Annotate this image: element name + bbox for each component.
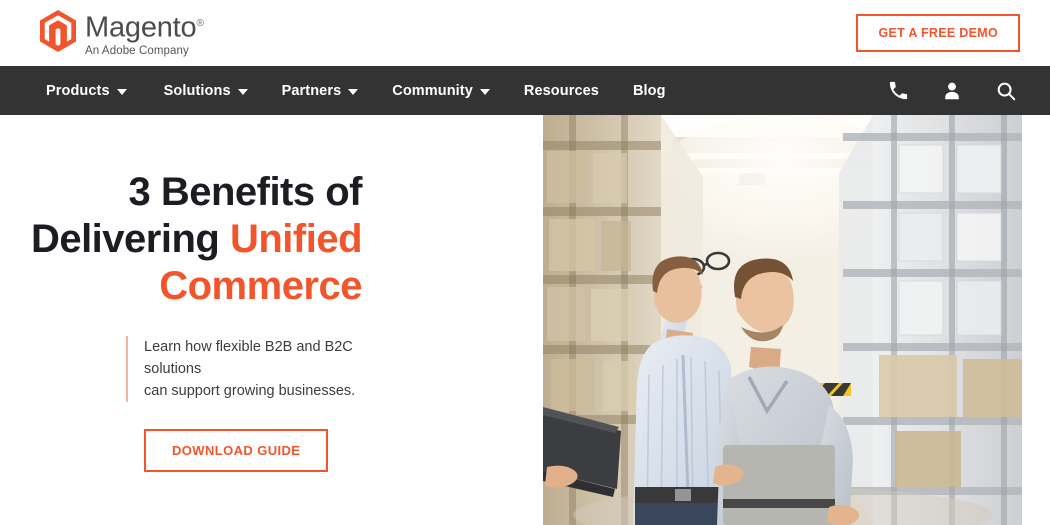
main-navigation-bar: Products Solutions Partners Community Re… bbox=[0, 66, 1050, 115]
hero-photo bbox=[543, 115, 1022, 525]
phone-icon[interactable] bbox=[886, 79, 910, 103]
nav-item-label: Resources bbox=[523, 82, 599, 99]
brand-tagline: An Adobe Company bbox=[85, 44, 189, 57]
chevron-down-icon bbox=[479, 88, 490, 95]
chevron-down-icon bbox=[237, 88, 248, 95]
nav-item-label: Solutions bbox=[163, 82, 231, 99]
hero-copy-column: 3 Benefits of Delivering Unified Commerc… bbox=[0, 115, 543, 525]
registered-trademark-icon: ® bbox=[196, 18, 204, 30]
nav-item-label: Community bbox=[392, 82, 473, 99]
nav-item-label: Products bbox=[46, 82, 110, 99]
hero-subtext: Learn how flexible B2B and B2C solutions… bbox=[144, 338, 356, 399]
get-a-free-demo-button[interactable]: GET A FREE DEMO bbox=[856, 13, 1020, 53]
nav-item-partners[interactable]: Partners bbox=[265, 66, 376, 115]
nav-links-list: Products Solutions Partners Community Re… bbox=[46, 66, 683, 115]
nav-item-label: Partners bbox=[281, 82, 342, 99]
user-account-icon[interactable] bbox=[940, 79, 964, 103]
nav-item-resources[interactable]: Resources bbox=[507, 66, 616, 115]
landing-page: Magento® An Adobe Company GET A FREE DEM… bbox=[0, 0, 1050, 525]
headline-line-3-accent: Commerce bbox=[159, 263, 362, 308]
chevron-down-icon bbox=[348, 88, 359, 95]
search-icon[interactable] bbox=[994, 79, 1018, 103]
site-header: Magento® An Adobe Company GET A FREE DEM… bbox=[0, 0, 1050, 66]
nav-item-label: Blog bbox=[632, 82, 666, 99]
hero-subtext-block: Learn how flexible B2B and B2C solutions… bbox=[126, 335, 362, 402]
brand-logo-link[interactable]: Magento® An Adobe Company bbox=[40, 8, 204, 58]
magento-hexagon-logo-icon bbox=[40, 10, 76, 53]
download-guide-button[interactable]: DOWNLOAD GUIDE bbox=[144, 428, 329, 472]
headline-line-2-plain: Delivering bbox=[30, 216, 230, 261]
nav-item-solutions[interactable]: Solutions bbox=[147, 66, 265, 115]
nav-item-blog[interactable]: Blog bbox=[616, 66, 683, 115]
brand-name: Magento® bbox=[85, 11, 204, 44]
chevron-down-icon bbox=[116, 88, 127, 95]
headline-line-1: 3 Benefits of bbox=[128, 169, 362, 214]
brand-wordmark: Magento® An Adobe Company bbox=[85, 8, 204, 58]
nav-item-products[interactable]: Products bbox=[46, 66, 147, 115]
hero-section: 3 Benefits of Delivering Unified Commerc… bbox=[0, 115, 1050, 525]
nav-item-community[interactable]: Community bbox=[375, 66, 507, 115]
accent-rule bbox=[126, 335, 128, 402]
headline-line-2-accent: Unified bbox=[229, 216, 363, 261]
page-title: 3 Benefits of Delivering Unified Commerc… bbox=[30, 169, 363, 310]
nav-utility-icons bbox=[886, 79, 1028, 103]
